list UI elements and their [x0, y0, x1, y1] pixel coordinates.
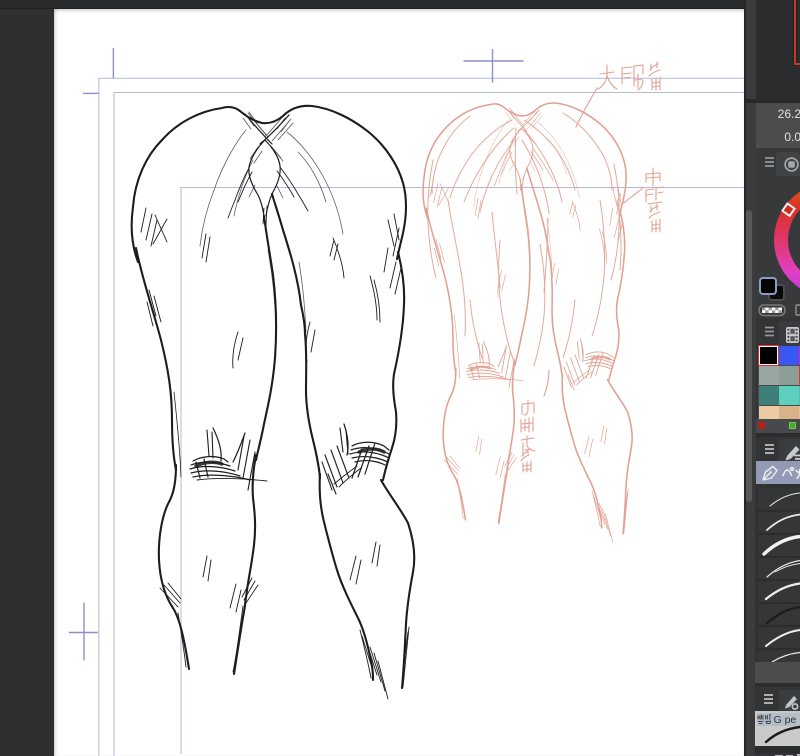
- svg-text:G pe: G pe: [774, 714, 797, 725]
